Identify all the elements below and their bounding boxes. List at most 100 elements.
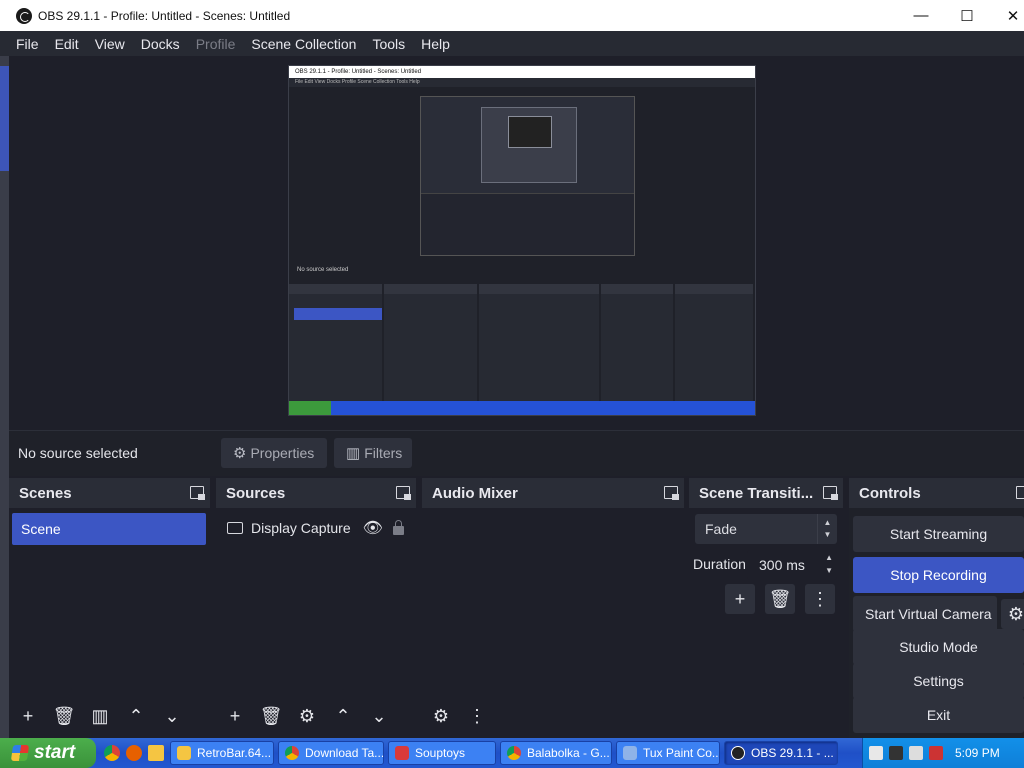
folder-icon[interactable] [148, 745, 164, 761]
transition-select[interactable]: Fade ▲ ▼ [695, 514, 837, 544]
filters-button[interactable]: ▥ Filters [334, 438, 412, 468]
duration-spinbox[interactable]: 300 ms ▲ ▼ [747, 550, 837, 580]
controls-header: Controls [849, 478, 1024, 508]
maximize-button[interactable]: ☐ [944, 0, 990, 31]
minimize-button[interactable]: — [898, 0, 944, 31]
move-source-down-button[interactable]: ⌄ [364, 701, 394, 731]
scene-transitions-dock: Scene Transiti... Fade ▲ ▼ Duration 300 m… [689, 478, 843, 738]
lock-icon[interactable] [392, 520, 404, 535]
stop-recording-button[interactable]: Stop Recording [853, 557, 1024, 593]
add-source-button[interactable]: + [220, 701, 250, 731]
remove-transition-button[interactable]: 🗑 [765, 584, 795, 614]
start-button[interactable]: start [0, 738, 96, 768]
move-scene-up-button[interactable]: ⌃ [121, 701, 151, 731]
scenes-list: Scene + 🗑 ▥ ⌃ ⌄ [9, 508, 210, 738]
scene-list-item[interactable]: Scene [12, 513, 206, 545]
preview-start-button [289, 401, 331, 415]
task-tuxpaint[interactable]: Tux Paint Co... [616, 741, 720, 765]
network-icon[interactable] [889, 746, 903, 760]
task-label: Souptoys [415, 746, 466, 760]
shield-icon[interactable] [869, 746, 883, 760]
windows-flag-icon [10, 745, 30, 761]
task-retrobar[interactable]: RetroBar.64... [170, 741, 274, 765]
add-transition-button[interactable]: + [725, 584, 755, 614]
clock: 5:09 PM [955, 746, 1000, 760]
start-label: start [34, 742, 76, 763]
menu-scene-collection[interactable]: Scene Collection [243, 36, 364, 52]
chrome-icon [285, 746, 299, 760]
settings-button[interactable]: Settings [853, 663, 1024, 699]
controls-dock: Controls Start Streaming Stop Recording … [849, 478, 1024, 738]
sources-list: Display Capture 👁 + 🗑 ⚙ ⌃ ⌄ [216, 508, 416, 738]
task-label: Tux Paint Co... [643, 746, 720, 760]
spin-arrows-icon[interactable]: ▲ ▼ [825, 551, 833, 577]
mixer-menu-button[interactable]: ⋮ [462, 701, 492, 731]
scenes-toolbar: + 🗑 ▥ ⌃ ⌄ [9, 698, 210, 734]
exit-button[interactable]: Exit [853, 697, 1024, 733]
sources-toolbar: + 🗑 ⚙ ⌃ ⌄ [216, 698, 416, 734]
task-balabolka[interactable]: Balabolka - G... [500, 741, 612, 765]
filter-icon: ▥ [346, 445, 361, 462]
firefox-icon[interactable] [126, 745, 142, 761]
undock-icon[interactable] [664, 486, 679, 500]
menu-file[interactable]: File [8, 36, 47, 52]
context-bar: No source selected ⚙ Properties ▥ Filter… [9, 430, 1024, 476]
menu-tools[interactable]: Tools [364, 36, 413, 52]
undock-icon[interactable] [823, 486, 838, 500]
program-preview[interactable]: OBS 29.1.1 - Profile: Untitled - Scenes:… [288, 65, 756, 416]
source-list-item[interactable]: Display Capture 👁 [224, 513, 408, 543]
visibility-eye-icon[interactable]: 👁 [363, 518, 383, 538]
left-edge-strip [0, 56, 9, 768]
menu-docks[interactable]: Docks [133, 36, 188, 52]
transition-menu-button[interactable]: ⋮ [805, 584, 835, 614]
chrome-icon[interactable] [104, 745, 120, 761]
studio-mode-button[interactable]: Studio Mode [853, 629, 1024, 665]
undock-icon[interactable] [1016, 486, 1024, 500]
preview-scene-highlight [294, 308, 382, 320]
start-virtual-camera-button[interactable]: Start Virtual Camera [853, 596, 997, 632]
source-properties-button[interactable]: ⚙ [292, 701, 322, 731]
left-edge-highlight [0, 66, 9, 171]
preview-dock-controls [675, 284, 753, 402]
audio-mixer-header: Audio Mixer [422, 478, 684, 508]
remove-source-button[interactable]: 🗑 [256, 701, 286, 731]
recording-icon[interactable] [929, 746, 943, 760]
task-souptoys[interactable]: Souptoys [388, 741, 496, 765]
menu-edit[interactable]: Edit [47, 36, 87, 52]
preview-taskbar [289, 401, 755, 415]
title-bar: OBS 29.1.1 - Profile: Untitled - Scenes:… [0, 0, 1024, 31]
volume-icon[interactable] [909, 746, 923, 760]
advanced-audio-settings-button[interactable]: ⚙ [426, 701, 456, 731]
preview-dock-mixer [479, 284, 599, 402]
undock-icon[interactable] [190, 486, 205, 500]
close-button[interactable]: ✕ [990, 0, 1024, 31]
preview-status-text: No source selected [297, 267, 349, 273]
menu-help[interactable]: Help [413, 36, 458, 52]
menu-view[interactable]: View [87, 36, 133, 52]
sources-dock-title: Sources [226, 484, 286, 502]
preview-menu-text: File Edit View Docks Profile Scene Colle… [289, 78, 755, 87]
task-label: RetroBar.64... [197, 746, 272, 760]
sources-dock-header: Sources [216, 478, 416, 508]
undock-icon[interactable] [396, 486, 411, 500]
task-download[interactable]: Download Ta... [278, 741, 384, 765]
task-label: OBS 29.1.1 - ... [751, 746, 834, 760]
move-source-up-button[interactable]: ⌃ [328, 701, 358, 731]
task-obs[interactable]: OBS 29.1.1 - ... [724, 741, 838, 765]
add-scene-button[interactable]: + [13, 701, 43, 731]
preview-deeper-capture [508, 116, 552, 148]
duration-value: 300 ms [759, 557, 805, 573]
menu-bar: File Edit View Docks Profile Scene Colle… [0, 31, 1024, 56]
move-scene-down-button[interactable]: ⌄ [157, 701, 187, 731]
mixer-toolbar: ⚙ ⋮ [422, 698, 684, 734]
properties-button[interactable]: ⚙ Properties [221, 438, 327, 468]
menu-profile[interactable]: Profile [188, 36, 244, 52]
obs-logo-icon [16, 7, 32, 24]
gear-icon: ⚙ [233, 445, 247, 462]
taskbar: start RetroBar.64... Download Ta... Soup… [0, 738, 1024, 768]
virtual-camera-settings-gear-icon[interactable]: ⚙ [1001, 599, 1024, 629]
remove-scene-button[interactable]: 🗑 [49, 701, 79, 731]
start-streaming-button[interactable]: Start Streaming [853, 516, 1024, 552]
scene-filters-button[interactable]: ▥ [85, 701, 115, 731]
duration-label: Duration [693, 556, 746, 572]
